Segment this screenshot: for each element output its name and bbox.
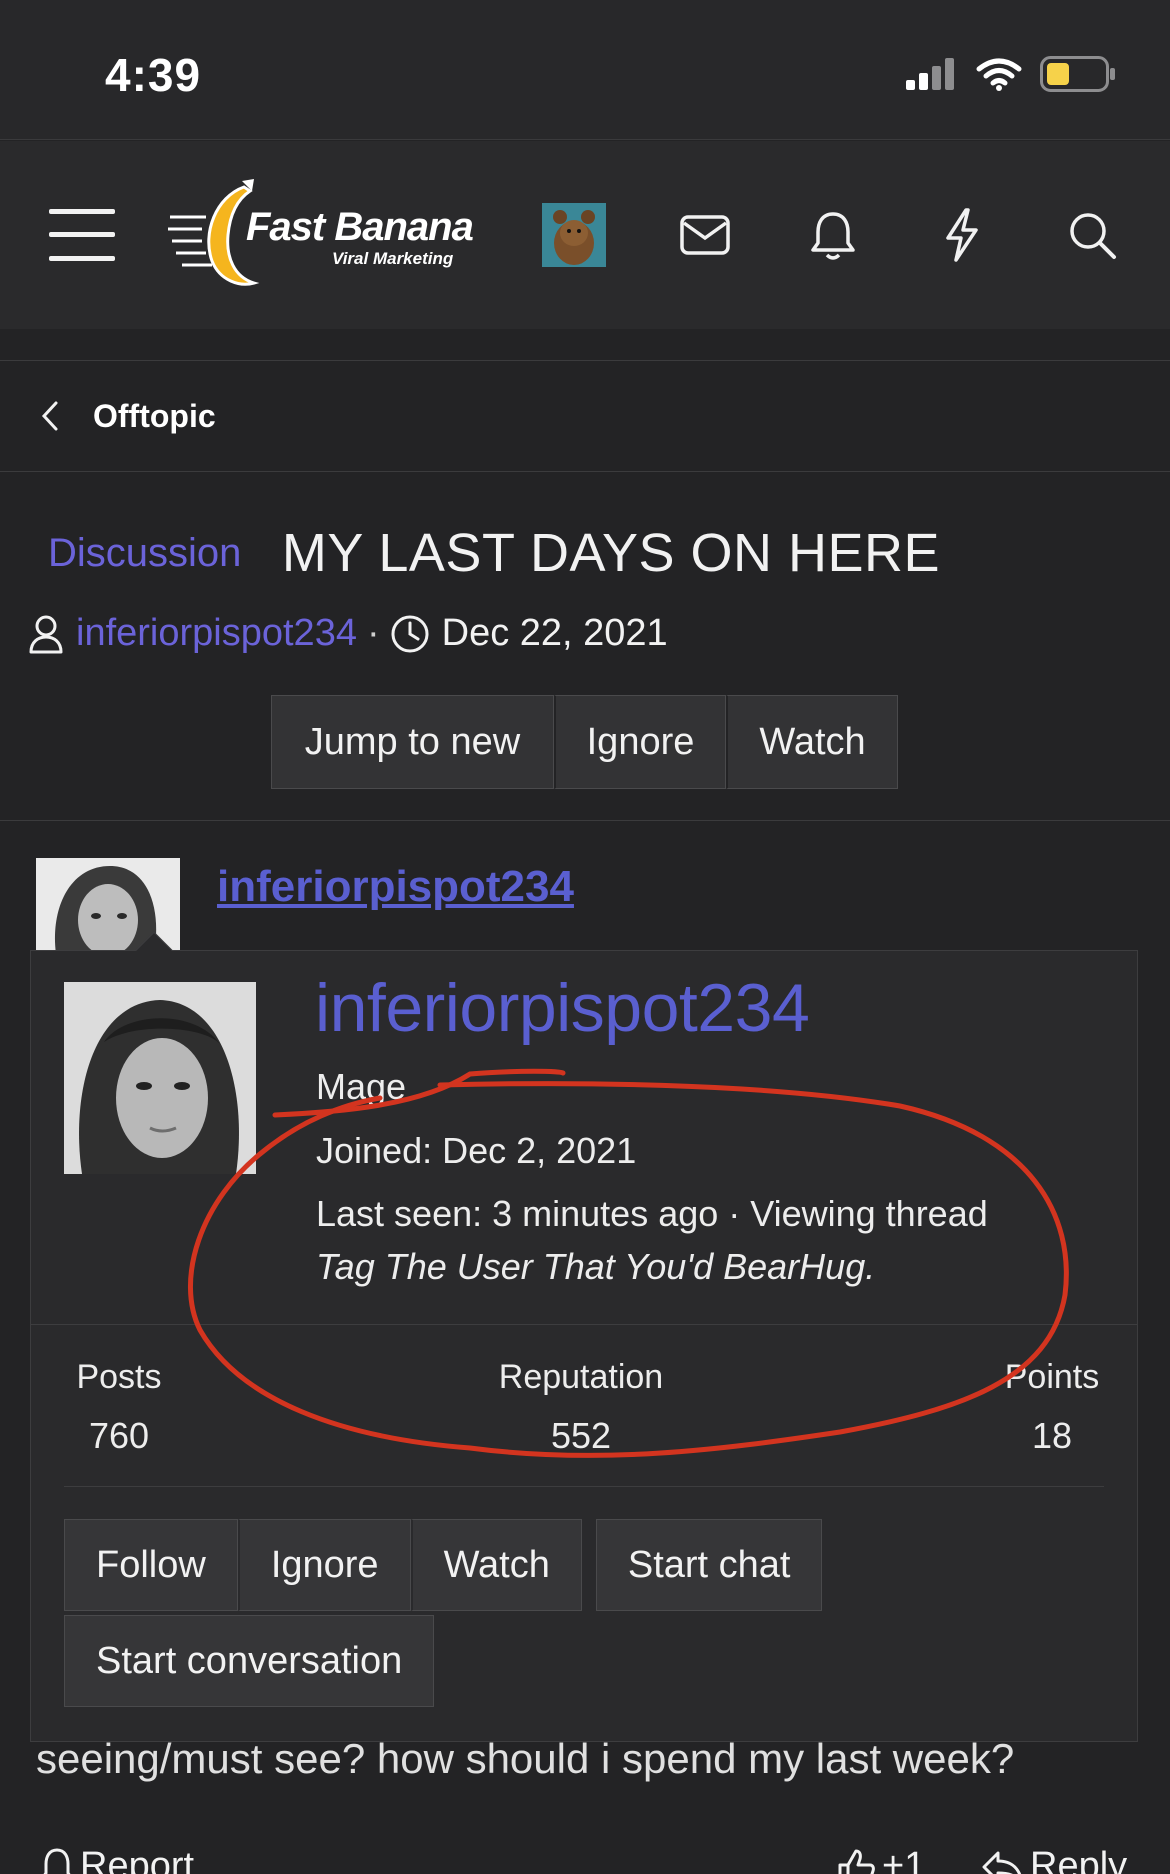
status-icons	[906, 56, 1116, 92]
start-conversation-button[interactable]: Start conversation	[64, 1615, 435, 1707]
logo-title: Fast Banana	[246, 205, 474, 249]
bell-icon	[43, 1847, 71, 1874]
mail-icon[interactable]	[674, 207, 736, 263]
report-label: Report	[80, 1845, 195, 1874]
watch-thread-button[interactable]: Watch	[726, 695, 898, 789]
member-button-row-2: Start conversation	[64, 1615, 435, 1707]
divider	[64, 1486, 1104, 1487]
stat-reputation[interactable]: Reputation 552	[471, 1358, 691, 1457]
stat-label: Points	[1004, 1358, 1100, 1396]
thread-meta: inferiorpispot234 · Dec 22, 2021	[28, 612, 668, 655]
chevron-left-icon	[41, 401, 58, 431]
thread-title-row: Discussion MY LAST DAYS ON HERE	[48, 522, 940, 584]
wifi-icon	[976, 58, 1022, 91]
stat-value: 18	[1031, 1415, 1073, 1456]
ignore-thread-button[interactable]: Ignore	[554, 695, 726, 789]
thumbs-up-icon	[838, 1849, 875, 1874]
ignore-member-button[interactable]: Ignore	[237, 1519, 411, 1611]
member-joined: Joined: Dec 2, 2021	[316, 1130, 637, 1171]
start-chat-button[interactable]: Start chat	[595, 1519, 823, 1611]
account-avatar[interactable]	[542, 203, 606, 267]
meta-separator: ·	[366, 612, 380, 654]
reply-action[interactable]: Reply	[980, 1845, 1127, 1874]
member-user-title: Mage	[316, 1066, 407, 1107]
report-action[interactable]: Report	[40, 1845, 194, 1874]
member-button-row: Follow Ignore Watch Start chat	[64, 1519, 823, 1611]
thread-author-link[interactable]: inferiorpispot234	[76, 612, 357, 655]
thread-prefix[interactable]: Discussion	[48, 531, 241, 575]
post-actions: Report +1 Reply	[0, 1835, 1170, 1874]
stat-value: 760	[88, 1415, 150, 1456]
post-body-text: seeing/must see? how should i spend my l…	[36, 1735, 1015, 1782]
stat-value: 552	[550, 1415, 612, 1456]
divider	[0, 820, 1170, 821]
lightning-icon[interactable]	[932, 203, 992, 267]
clock-icon	[391, 615, 429, 652]
site-logo[interactable]: Fast Banana Viral Marketing	[168, 177, 478, 292]
cellular-signal-icon	[906, 58, 954, 90]
member-last-seen: Last seen: 3 minutes ago · Viewing threa…	[316, 1193, 988, 1234]
breadcrumb-label[interactable]: Offtopic	[93, 398, 216, 435]
status-time: 4:39	[105, 49, 202, 101]
watch-member-button[interactable]: Watch	[410, 1519, 582, 1611]
user-icon	[29, 615, 63, 653]
member-avatar[interactable]	[64, 982, 256, 1174]
stat-points[interactable]: Points 18	[997, 1358, 1107, 1457]
like-action[interactable]: +1	[836, 1845, 925, 1874]
jump-to-new-button[interactable]: Jump to new	[271, 695, 554, 789]
member-username[interactable]: inferiorpispot234	[315, 969, 810, 1047]
breadcrumb[interactable]: Offtopic	[0, 362, 1170, 472]
stat-label: Reputation	[498, 1358, 664, 1396]
hamburger-menu-icon[interactable]	[48, 205, 116, 265]
reply-label: Reply	[1030, 1845, 1128, 1874]
bell-icon[interactable]	[802, 205, 864, 267]
follow-button[interactable]: Follow	[64, 1519, 238, 1611]
status-bar: 4:39	[0, 0, 1170, 140]
stat-posts[interactable]: Posts 760	[64, 1358, 174, 1457]
stat-label: Posts	[76, 1358, 162, 1396]
member-activity-thread-link[interactable]: Tag The User That You'd BearHug.	[316, 1246, 875, 1288]
divider	[31, 1324, 1137, 1325]
like-count: +1	[882, 1845, 926, 1874]
thread-title: MY LAST DAYS ON HERE	[281, 523, 941, 583]
thread-date: Dec 22, 2021	[441, 612, 668, 654]
thread-button-group: Jump to new Ignore Watch	[271, 695, 898, 789]
post-author-link[interactable]: inferiorpispot234	[217, 862, 574, 912]
member-tooltip: inferiorpispot234 Mage Joined: Dec 2, 20…	[30, 931, 1138, 1742]
search-icon[interactable]	[1062, 205, 1122, 265]
reply-icon	[982, 1851, 1022, 1874]
logo-subtitle: Viral Marketing	[332, 249, 454, 268]
header-gap	[0, 329, 1170, 361]
battery-icon	[1040, 56, 1115, 92]
